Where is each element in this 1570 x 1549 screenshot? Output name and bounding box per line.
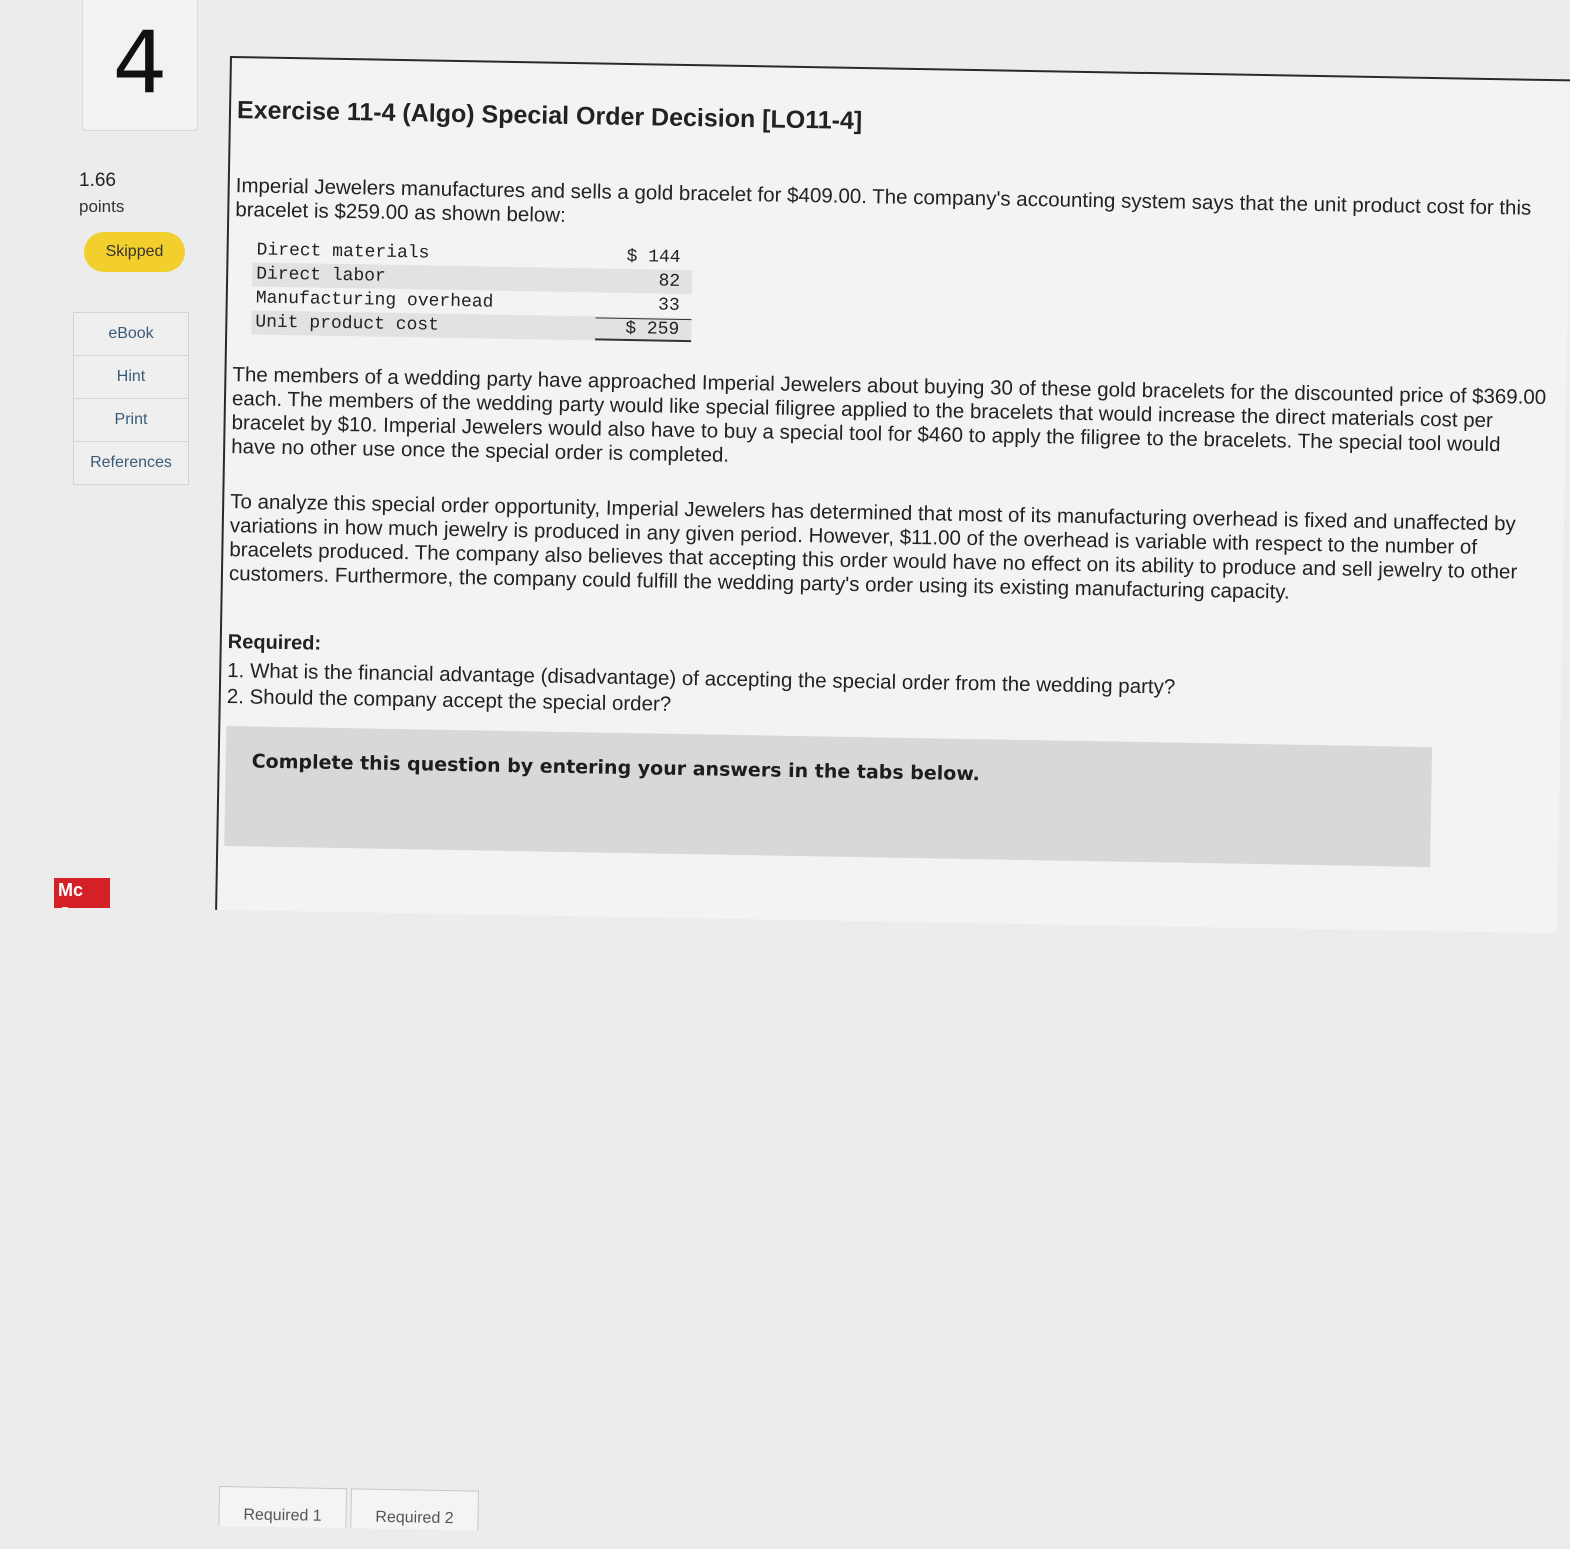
required-heading: Required: — [227, 631, 322, 655]
status-badge: Skipped — [84, 232, 185, 272]
references-button[interactable]: References — [74, 442, 188, 484]
cost-label: Unit product cost — [255, 312, 440, 336]
ebook-button[interactable]: eBook — [74, 313, 188, 356]
hint-button[interactable]: Hint — [74, 356, 188, 399]
cost-table: Direct materials $ 144 Direct labor 82 M… — [251, 238, 693, 343]
question-panel: Exercise 11-4 (Algo) Special Order Decis… — [215, 56, 1570, 1531]
tab-required-2[interactable]: Required 2 — [350, 1488, 480, 1531]
question-tools: eBook Hint Print References — [73, 312, 189, 485]
exercise-title: Exercise 11-4 (Algo) Special Order Decis… — [236, 96, 863, 136]
answer-tabs: Required 1 Required 2 — [218, 1486, 480, 1531]
cost-value: 82 — [658, 271, 681, 292]
print-button[interactable]: Print — [74, 399, 188, 442]
cost-value: $ 259 — [595, 316, 692, 342]
instructions-box: Complete this question by entering your … — [218, 726, 1433, 1531]
points-label: points — [79, 197, 125, 216]
instructions-text: Complete this question by entering your … — [251, 750, 981, 786]
cost-value: $ 144 — [626, 246, 681, 268]
cost-value: 33 — [657, 295, 680, 316]
required-list: 1. What is the financial advantage (disa… — [227, 658, 1528, 733]
question-number: 4 — [112, 13, 168, 113]
wedding-party-paragraph: The members of a wedding party have appr… — [230, 363, 1547, 467]
analysis-paragraph: To analyze this special order opportunit… — [228, 490, 1518, 604]
points-value: 1.66 — [79, 170, 116, 191]
brand-logo: Mc Graw — [54, 878, 110, 908]
question-content: Exercise 11-4 (Algo) Special Order Decis… — [218, 58, 1548, 1531]
tab-required-1[interactable]: Required 1 — [218, 1486, 348, 1529]
question-number-box: 4 — [82, 0, 198, 131]
intro-text: Imperial Jewelers manufactures and sells… — [235, 174, 1532, 227]
